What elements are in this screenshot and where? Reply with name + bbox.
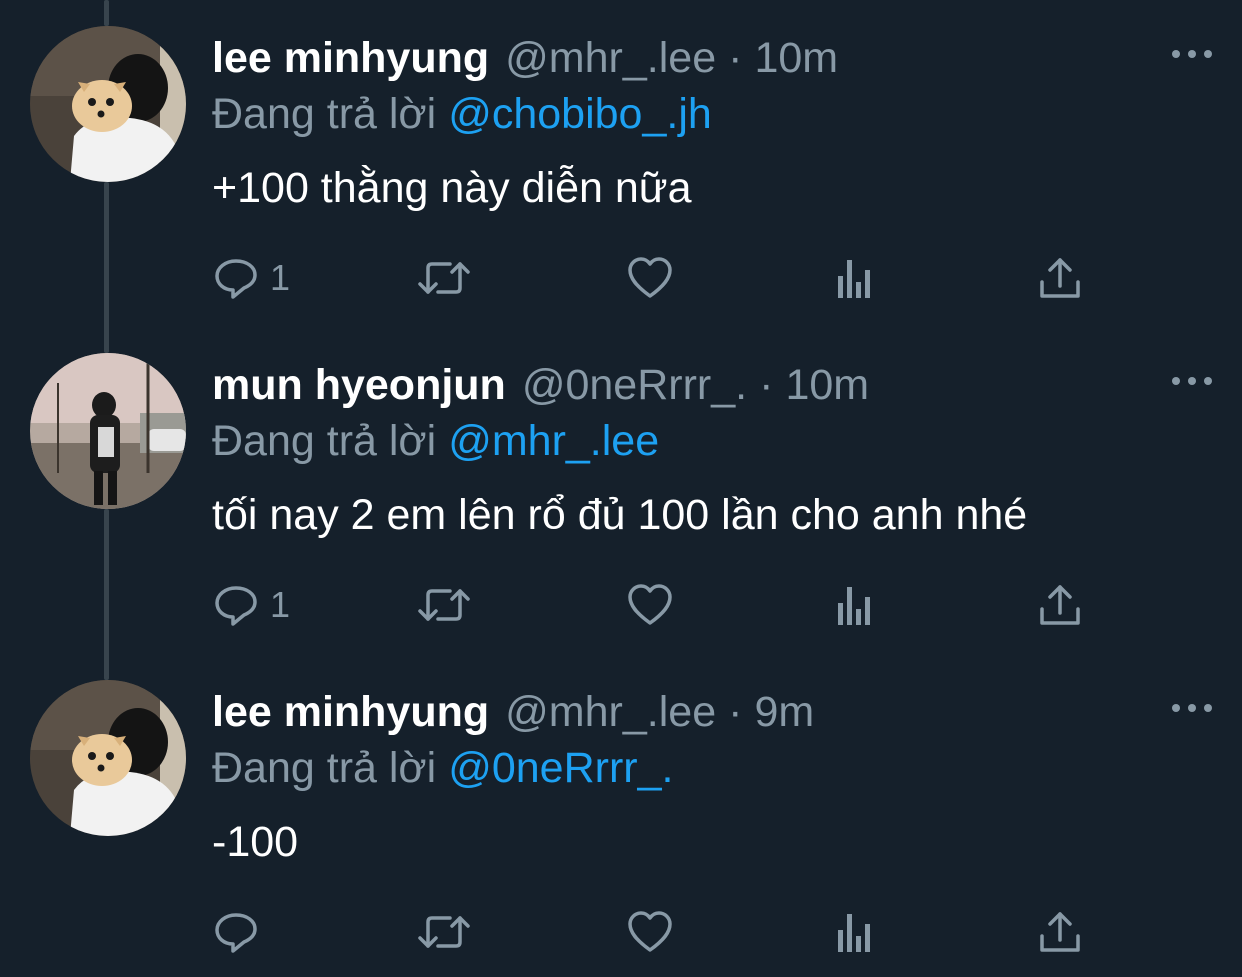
tweet[interactable]: lee minhyung @mhr_.lee · 9m Đang trả lời… (0, 654, 1242, 977)
timestamp[interactable]: 10m (785, 357, 869, 413)
reply-count: 1 (270, 257, 291, 298)
tweet-text: -100 (212, 818, 299, 866)
tweet-actions: 1 (212, 250, 1112, 306)
like-button[interactable] (626, 577, 674, 633)
timestamp[interactable]: 10m (754, 30, 838, 86)
reply-mention-link[interactable]: @0neRrrr_. (448, 744, 673, 792)
share-button[interactable] (1036, 250, 1084, 306)
display-name[interactable]: lee minhyung (212, 30, 489, 86)
user-handle[interactable]: @mhr_.lee (505, 30, 716, 86)
retweet-icon (418, 262, 470, 294)
user-handle[interactable]: @mhr_.lee (505, 684, 716, 740)
analytics-icon (838, 260, 870, 298)
avatar[interactable] (30, 26, 186, 182)
tweet[interactable]: lee minhyung @mhr_.lee · 10m Đang trả lờ… (0, 0, 1242, 327)
tweet-header: lee minhyung @mhr_.lee · 9m (212, 684, 814, 740)
share-icon (1040, 585, 1080, 625)
like-icon (628, 911, 672, 952)
reply-mention-link[interactable]: @mhr_.lee (448, 417, 659, 465)
analytics-button[interactable] (832, 250, 880, 306)
reply-button[interactable] (212, 904, 270, 960)
analytics-icon (838, 587, 870, 625)
retweet-button[interactable] (416, 577, 472, 633)
like-icon (628, 584, 672, 625)
reply-mention-link[interactable]: @chobibo_.jh (448, 90, 712, 138)
tweet-text: tối nay 2 em lên rổ đủ 100 lần cho anh n… (212, 491, 1028, 539)
analytics-button[interactable] (832, 904, 880, 960)
timestamp[interactable]: 9m (754, 684, 814, 740)
tweet-header: mun hyeonjun @0neRrrr_. · 10m (212, 357, 869, 413)
reply-count: 1 (270, 584, 291, 625)
share-icon (1040, 258, 1080, 298)
replying-to: Đang trả lời @0neRrrr_. (212, 740, 673, 796)
replying-to-label: Đang trả lời (212, 417, 437, 465)
tweet[interactable]: mun hyeonjun @0neRrrr_. · 10m Đang trả l… (0, 327, 1242, 654)
more-icon[interactable] (1172, 696, 1212, 720)
like-icon (628, 257, 672, 298)
tweet-actions (212, 904, 1112, 960)
like-button[interactable] (626, 904, 674, 960)
retweet-button[interactable] (416, 250, 472, 306)
reply-icon (215, 259, 257, 299)
display-name[interactable]: lee minhyung (212, 684, 489, 740)
share-button[interactable] (1036, 577, 1084, 633)
retweet-icon (418, 589, 470, 621)
timeline: lee minhyung @mhr_.lee · 10m Đang trả lờ… (0, 0, 1242, 977)
tweet-header: lee minhyung @mhr_.lee · 10m (212, 30, 838, 86)
avatar[interactable] (30, 680, 186, 836)
reply-button[interactable]: 1 (212, 577, 290, 633)
analytics-icon (838, 914, 870, 952)
reply-icon (215, 586, 257, 626)
replying-to-label: Đang trả lời (212, 90, 437, 138)
tweet-text: +100 thằng này diễn nữa (212, 164, 692, 212)
reply-icon (215, 913, 257, 953)
reply-button[interactable]: 1 (212, 250, 290, 306)
avatar[interactable] (30, 353, 186, 509)
user-handle[interactable]: @0neRrrr_. (522, 357, 747, 413)
replying-to: Đang trả lời @chobibo_.jh (212, 86, 712, 142)
display-name[interactable]: mun hyeonjun (212, 357, 506, 413)
analytics-button[interactable] (832, 577, 880, 633)
retweet-icon (418, 916, 470, 948)
like-button[interactable] (626, 250, 674, 306)
share-button[interactable] (1036, 904, 1084, 960)
retweet-button[interactable] (416, 904, 472, 960)
more-icon[interactable] (1172, 369, 1212, 393)
more-icon[interactable] (1172, 42, 1212, 66)
tweet-actions: 1 (212, 577, 1112, 633)
replying-to: Đang trả lời @mhr_.lee (212, 413, 659, 469)
separator-dot: · (728, 688, 743, 736)
replying-to-label: Đang trả lời (212, 744, 437, 792)
share-icon (1040, 912, 1080, 952)
separator-dot: · (759, 361, 774, 409)
separator-dot: · (728, 34, 743, 82)
